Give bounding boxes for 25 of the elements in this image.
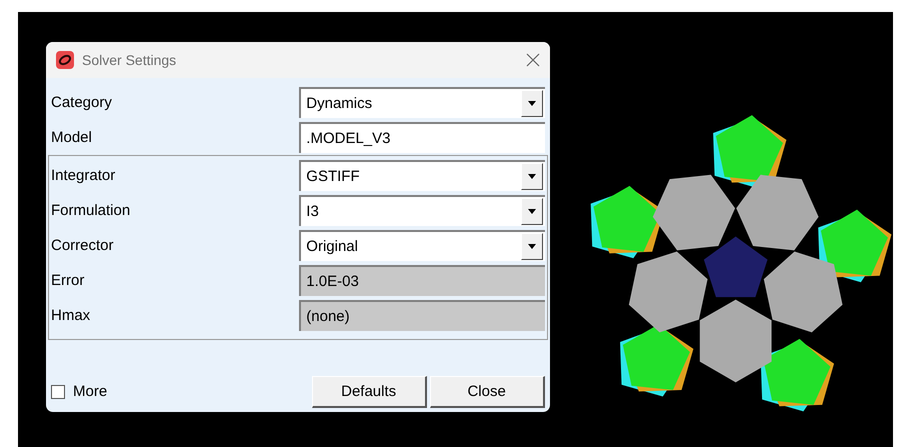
more-checkbox[interactable]: [51, 384, 65, 398]
field-label: Category: [51, 94, 113, 111]
field-label: Error: [51, 272, 86, 289]
caret-icon[interactable]: [528, 174, 536, 179]
field-label: Model: [51, 129, 93, 146]
field-label: Corrector: [51, 237, 115, 254]
defaults-button[interactable]: Defaults: [312, 376, 427, 408]
text-field[interactable]: .MODEL_V3: [299, 122, 545, 153]
dropdown-field[interactable]: GSTIFF: [299, 160, 545, 191]
dropdown-field[interactable]: Original: [299, 230, 545, 261]
field-label: Hmax: [51, 307, 92, 324]
caret-icon[interactable]: [528, 101, 536, 106]
caret-icon[interactable]: [528, 209, 536, 214]
readonly-field: 1.0E-03: [299, 265, 545, 296]
app-logo-icon: [56, 51, 74, 69]
dropdown-field[interactable]: Dynamics: [299, 87, 545, 118]
close-icon[interactable]: [526, 53, 540, 67]
readonly-field: (none): [299, 300, 545, 331]
dropdown-field[interactable]: I3: [299, 195, 545, 226]
field-label: Formulation: [51, 202, 132, 219]
field-label: Integrator: [51, 167, 116, 184]
close-button[interactable]: Close: [430, 376, 545, 408]
window-title: Solver Settings: [82, 52, 178, 68]
checkbox-label[interactable]: More: [73, 383, 108, 400]
caret-icon[interactable]: [528, 244, 536, 249]
